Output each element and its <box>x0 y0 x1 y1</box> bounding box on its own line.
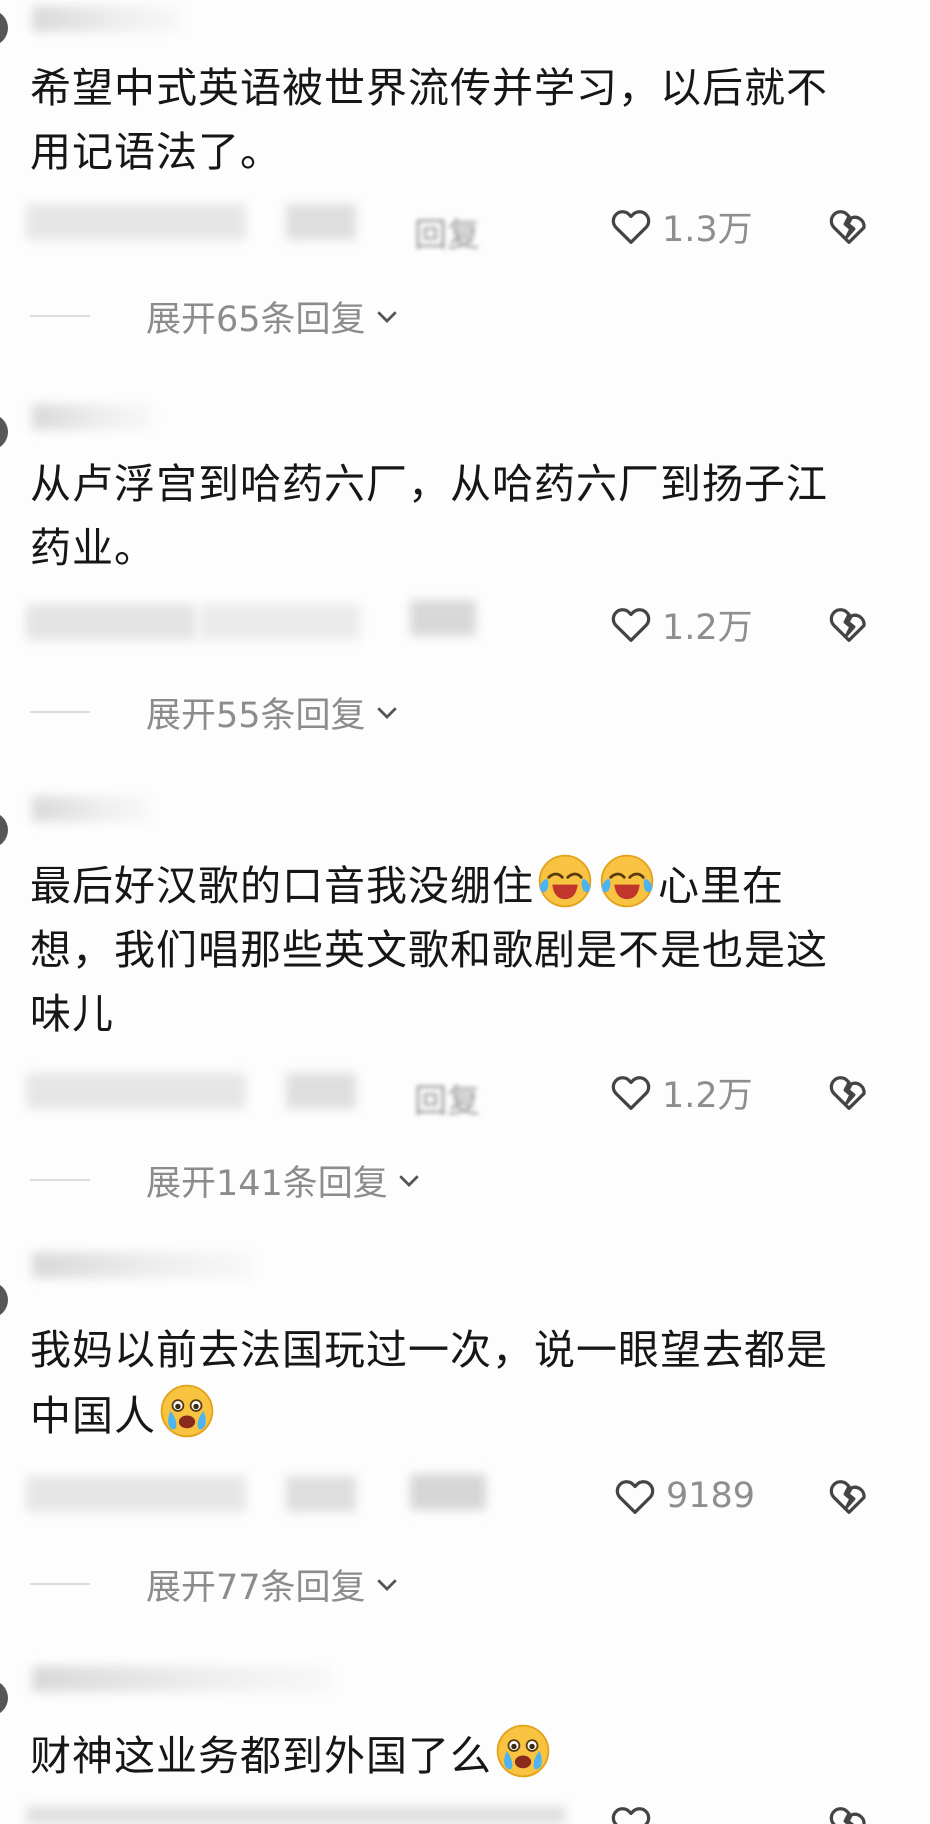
location-blurred <box>286 204 356 240</box>
heart-outline-icon <box>611 210 651 244</box>
location-blurred <box>200 604 360 640</box>
laughing-crying-emoji-icon <box>538 854 592 908</box>
username-blurred <box>32 6 182 32</box>
username-blurred <box>32 1252 252 1278</box>
meta-blurred <box>26 1806 566 1824</box>
comment-text: 我妈以前去法国玩过一次，说一眼望去都是中国人 <box>30 1318 850 1448</box>
like-button[interactable]: 1.2万 <box>608 598 753 650</box>
username-blurred <box>32 796 150 822</box>
laughing-crying-emoji-icon <box>600 854 654 908</box>
comment-text: 从卢浮宫到哈药六厂，从哈药六厂到扬子江药业。 <box>30 460 828 572</box>
timestamp-blurred <box>26 1476 246 1512</box>
comment-text: 最后好汉歌的口音我没绷住 心里在想，我们唱那些英文歌和歌剧是不是也是这味儿 <box>30 852 850 1046</box>
expand-replies[interactable]: 展开65条回复 <box>30 294 402 340</box>
reply-button[interactable]: 回复 <box>414 208 480 256</box>
like-button[interactable]: 1.3万 <box>608 200 753 252</box>
chevron-down-icon <box>376 1579 397 1591</box>
expand-replies-label: 展开65条回复 <box>146 299 366 340</box>
location-blurred <box>286 1073 356 1109</box>
avatar[interactable] <box>0 1680 8 1716</box>
broken-heart-icon[interactable] <box>826 203 872 249</box>
broken-heart-icon[interactable] <box>826 1473 872 1519</box>
timestamp-blurred <box>26 204 246 240</box>
avatar[interactable] <box>0 812 8 848</box>
expand-replies-label: 展开77条回复 <box>146 1567 366 1608</box>
chevron-down-icon <box>376 707 397 719</box>
expand-replies[interactable]: 展开141条回复 <box>30 1158 424 1204</box>
avatar[interactable] <box>0 1282 8 1318</box>
broken-heart-icon[interactable] <box>826 601 872 647</box>
crying-emoji-icon <box>496 1724 550 1778</box>
reply-blurred[interactable] <box>410 1474 486 1510</box>
username-blurred <box>32 1666 332 1692</box>
comment-text: 财神这业务都到外国了么 <box>30 1722 850 1788</box>
like-button[interactable]: 1.2万 <box>608 1066 753 1118</box>
expand-replies-label: 展开55条回复 <box>146 695 366 736</box>
heart-outline-icon <box>611 608 651 642</box>
comment-text-part: 我妈以前去法国玩过一次，说一眼望去都是中国人 <box>30 1326 828 1440</box>
expand-replies-label: 展开141条回复 <box>146 1163 388 1204</box>
timestamp-blurred <box>26 604 196 640</box>
avatar[interactable] <box>0 414 8 450</box>
heart-outline-icon <box>611 1807 651 1824</box>
avatar[interactable] <box>0 10 8 46</box>
comment-text-part: 财神这业务都到外国了么 <box>30 1732 492 1780</box>
heart-outline-icon <box>611 1076 651 1110</box>
divider <box>30 1583 90 1585</box>
like-count: 1.2万 <box>662 1075 753 1116</box>
like-button[interactable] <box>608 1800 654 1824</box>
location-blurred <box>286 1476 356 1512</box>
like-count: 9189 <box>666 1476 756 1516</box>
heart-outline-icon <box>615 1480 655 1514</box>
chevron-down-icon <box>376 311 397 323</box>
divider <box>30 315 90 317</box>
crying-emoji-icon <box>160 1384 214 1438</box>
comment-text-part: 最后好汉歌的口音我没绷住 <box>30 862 534 910</box>
expand-replies[interactable]: 展开55条回复 <box>30 690 402 736</box>
broken-heart-icon[interactable] <box>826 1069 872 1115</box>
chevron-down-icon <box>399 1175 419 1187</box>
divider <box>30 711 90 713</box>
username-blurred <box>32 404 152 430</box>
like-count: 1.2万 <box>662 607 753 648</box>
timestamp-blurred <box>26 1073 246 1109</box>
like-button[interactable]: 9189 <box>612 1470 755 1522</box>
divider <box>30 1179 90 1181</box>
reply-button[interactable]: 回复 <box>414 1074 480 1122</box>
comment-text: 希望中式英语被世界流传并学习，以后就不用记语法了。 <box>30 64 828 176</box>
broken-heart-icon-clipped[interactable] <box>826 1800 872 1824</box>
expand-replies[interactable]: 展开77条回复 <box>30 1562 402 1608</box>
broken-heart-icon <box>829 1807 866 1824</box>
reply-blurred[interactable] <box>410 600 476 636</box>
like-count: 1.3万 <box>662 209 753 250</box>
